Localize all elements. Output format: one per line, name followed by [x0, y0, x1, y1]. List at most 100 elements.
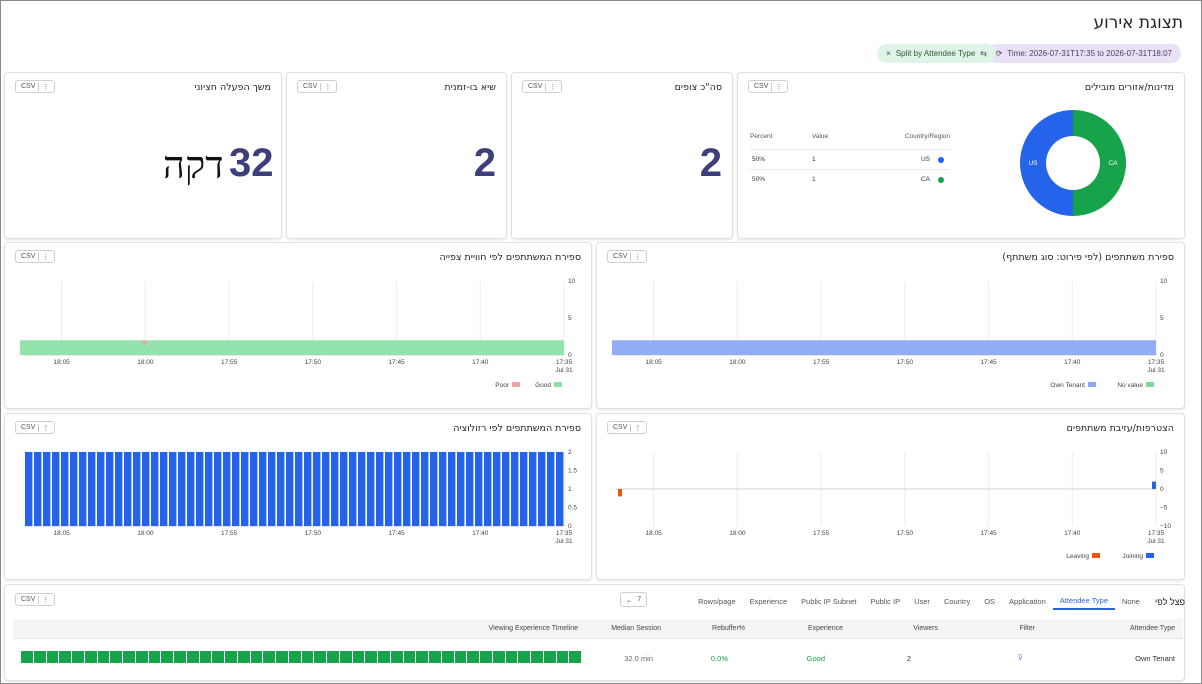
bar [349, 452, 357, 526]
table-row[interactable]: Own Tenant ⊽ 2 Good 0.0% 32.0 min [13, 641, 1183, 677]
col-timeline[interactable]: Viewing Experience Timeline [489, 625, 578, 632]
csv-button[interactable]: CSV ⋮ [297, 80, 338, 93]
x-tick-label: 17:55 [813, 530, 830, 537]
csv-button[interactable]: CSV ⋮ [607, 421, 648, 434]
rows-per-page-value: 7 [637, 596, 642, 603]
breakdown-label: פצל לפי [1154, 596, 1185, 607]
bar [385, 452, 393, 526]
legend-swatch [1088, 382, 1096, 387]
x-tick-label: 18:00 [137, 530, 154, 537]
timeline-segment [212, 651, 224, 663]
more-icon: ⋮ [42, 596, 50, 604]
geo-row: 50% 1 US [750, 149, 950, 169]
tab-none[interactable]: None [1115, 594, 1147, 609]
more-icon: ⋮ [634, 253, 642, 261]
tab-public-ip-subnet[interactable]: Public IP Subnet [794, 594, 863, 609]
timeline-segment [365, 651, 377, 663]
app-window: תצוגת אירוע ⟳ Time: 2026-07-31T17:35 to … [0, 0, 1202, 684]
cell-rebuffer: 0.0% [710, 654, 728, 663]
timeline-segment [327, 651, 339, 663]
col-experience[interactable]: Experience [808, 625, 843, 632]
bar [286, 452, 294, 526]
timeline-segment [123, 651, 135, 663]
timeline-segment [288, 651, 301, 663]
x-tick-label: 18:05 [646, 359, 663, 366]
col-viewers[interactable]: Viewers [913, 625, 938, 632]
csv-button[interactable]: CSV ⋮ [748, 80, 789, 93]
y-tick-label: 1 [568, 486, 572, 493]
csv-button[interactable]: CSV ⋮ [15, 593, 56, 606]
geo-row: 50% 1 CA [750, 169, 950, 189]
legend-dot [938, 177, 944, 183]
x-tick-label: 18:00 [137, 359, 154, 366]
timeline-segment [352, 651, 365, 663]
value-header: Value [812, 133, 829, 140]
close-icon[interactable]: × [886, 49, 891, 58]
bar [70, 452, 78, 526]
legend-swatch [1146, 553, 1154, 558]
col-rebuffer[interactable]: Rebuffer% [712, 625, 745, 632]
time-filter-pill[interactable]: ⟳ Time: 2026-07-31T17:35 to 2026-07-31T1… [986, 44, 1181, 63]
slice-label: CA [1108, 160, 1118, 167]
refresh-icon: ⟳ [995, 49, 1003, 58]
csv-button[interactable]: CSV ⋮ [522, 80, 563, 93]
csv-button[interactable]: CSV ⋮ [607, 250, 648, 263]
timeline-segment [237, 651, 250, 663]
split-filter-pill[interactable]: × Split by Attendee Type ⇆ [877, 44, 996, 63]
tab-attendee-type[interactable]: Attendee Type [1052, 593, 1115, 610]
timeline-segment [33, 651, 46, 663]
time-filter-label: Time: 2026-07-31T17:35 to 2026-07-31T18:… [1007, 49, 1172, 58]
y-tick-label: 0 [1160, 352, 1164, 359]
y-tick-label: 0 [568, 523, 572, 530]
percent-header: Percent [750, 133, 773, 140]
csv-button[interactable]: CSV ⋮ [15, 250, 56, 263]
bar [52, 452, 60, 526]
bar [421, 452, 429, 526]
x-tick-label: 17:50 [305, 359, 322, 366]
timeline-segment [276, 651, 288, 663]
timeline-segment [135, 651, 148, 663]
bar [214, 452, 222, 526]
table-header: Attendee Type Filter Viewers Experience … [13, 619, 1183, 639]
timeline-segment [46, 651, 59, 663]
csv-button[interactable]: CSV ⋮ [15, 80, 56, 93]
bar [142, 452, 150, 526]
bar [538, 452, 546, 526]
legend-swatch [1146, 382, 1154, 387]
tab-public-ip[interactable]: Public IP [863, 594, 907, 609]
x-sub-label: Jul 31 [555, 367, 573, 374]
tab-user[interactable]: User [907, 594, 937, 609]
col-median-session[interactable]: Median Session [611, 625, 661, 632]
card-peak-concurrent: שיא בו-זמנית CSV ⋮ 2 [286, 72, 507, 239]
tab-application[interactable]: Application [1002, 594, 1053, 609]
timeline-segment [84, 651, 97, 663]
x-tick-label: 17:50 [305, 530, 322, 537]
timeline-segment [21, 651, 33, 663]
tab-country[interactable]: Country [937, 594, 977, 609]
bar [304, 452, 312, 526]
x-tick-label: 17:55 [813, 359, 830, 366]
timeline-segment [531, 651, 543, 663]
tab-os[interactable]: OS [977, 594, 1002, 609]
slice-label: US [1028, 160, 1038, 167]
rows-per-page-select[interactable]: ⌄ 7 [620, 592, 648, 607]
col-attendee-type[interactable]: Attendee Type [1130, 625, 1175, 632]
legend-label: Poor [495, 382, 510, 389]
timeline-segment [199, 651, 212, 663]
card-joins-chart: הצטרפות/עזיבת משתתפים CSV ⋮ 17:35 17:40 17:… [596, 413, 1185, 580]
timeline-segment [416, 651, 428, 663]
more-icon: ⋮ [324, 83, 332, 91]
bar [520, 452, 528, 526]
bar [457, 452, 465, 526]
legend-dot [938, 157, 944, 163]
col-filter[interactable]: Filter [1019, 625, 1035, 632]
csv-button[interactable]: CSV ⋮ [15, 421, 56, 434]
bar [79, 452, 87, 526]
timeline-segment [148, 651, 161, 663]
legend-label: Joining [1122, 553, 1143, 560]
timeline-segment [59, 651, 71, 663]
tab-experience[interactable]: Experience [743, 594, 795, 609]
timeline-segment [543, 651, 556, 663]
filter-icon[interactable]: ⊽ [1018, 653, 1024, 662]
cell-median-session: 32.0 min [624, 654, 653, 663]
